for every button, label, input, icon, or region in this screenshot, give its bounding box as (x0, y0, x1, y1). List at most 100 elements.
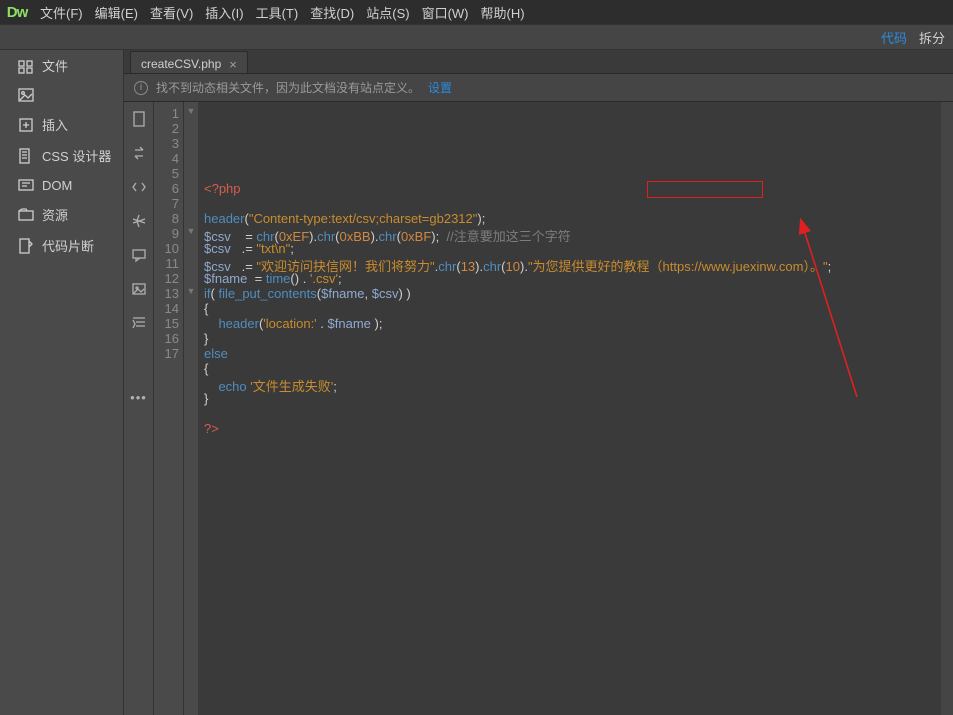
code-line[interactable]: echo '文件生成失败'; (204, 376, 941, 391)
line-number: 13 (154, 286, 179, 301)
dom-icon (18, 177, 34, 193)
fold-marker (184, 301, 198, 316)
star-icon[interactable] (130, 212, 148, 230)
code-line[interactable]: header('location:' . $fname ); (204, 316, 941, 331)
menu-item[interactable]: 站点(S) (360, 1, 415, 24)
panel-item-image[interactable] (8, 81, 123, 109)
code-line[interactable]: header("Content-type:text/csv;charset=gb… (204, 211, 941, 226)
panel-item-label: 插入 (42, 115, 68, 134)
fold-marker (184, 346, 198, 361)
line-number: 9 (154, 226, 179, 241)
code-line[interactable]: if( file_put_contents($fname, $csv) ) (204, 286, 941, 301)
fold-marker (184, 121, 198, 136)
message-text: 找不到动态相关文件，因为此文档没有站点定义。 (156, 79, 420, 96)
line-number: 3 (154, 136, 179, 151)
panel-item-label: 文件 (42, 56, 68, 75)
fold-marker (184, 331, 198, 346)
code-line[interactable]: { (204, 301, 941, 316)
left-stripe (0, 50, 8, 715)
view-button-code[interactable]: 代码 (881, 28, 907, 47)
fold-marker (184, 241, 198, 256)
code-icon[interactable] (130, 178, 148, 196)
panel-item-files[interactable]: 文件 (8, 50, 123, 81)
panel-item-label: 资源 (42, 205, 68, 224)
editor-area: createCSV.php × i 找不到动态相关文件，因为此文档没有站点定义。… (124, 50, 953, 715)
message-bar: i 找不到动态相关文件，因为此文档没有站点定义。 设置 (124, 74, 953, 102)
menu-item[interactable]: 窗口(W) (416, 1, 475, 24)
image-icon (18, 87, 34, 103)
fold-gutter: ▼ ▼ ▼ (184, 102, 198, 715)
info-icon: i (134, 81, 148, 95)
fold-marker (184, 256, 198, 271)
panel-item-snippet[interactable]: 代码片断 (8, 230, 123, 261)
code-toolbar: ••• (124, 102, 154, 715)
message-link-settings[interactable]: 设置 (428, 79, 452, 96)
panel-item-css[interactable]: CSS 设计器 (8, 140, 123, 171)
fold-marker[interactable]: ▼ (184, 226, 198, 241)
file-tab[interactable]: createCSV.php × (130, 51, 248, 73)
doc-icon[interactable] (130, 110, 148, 128)
code-body[interactable]: <?php header("Content-type:text/csv;chars… (198, 102, 941, 715)
fold-marker (184, 316, 198, 331)
fold-marker (184, 181, 198, 196)
line-number: 7 (154, 196, 179, 211)
code-row: ••• 1234567891011121314151617 ▼▼▼ <?phph… (124, 102, 953, 715)
menu-item[interactable]: 编辑(E) (89, 1, 144, 24)
line-number: 12 (154, 271, 179, 286)
view-button-split[interactable]: 拆分 (919, 28, 945, 47)
line-number: 16 (154, 331, 179, 346)
code-line[interactable]: $csv .= "欢迎访问抉信网！我们将努力".chr(13).chr(10).… (204, 256, 941, 271)
menu-item[interactable]: 插入(I) (199, 1, 249, 24)
menu-item[interactable]: 查找(D) (304, 1, 360, 24)
more-icon[interactable]: ••• (130, 388, 148, 406)
view-toolstrip: 代码 拆分 (0, 24, 953, 50)
menu-item[interactable]: 文件(F) (34, 1, 89, 24)
assets-icon (18, 207, 34, 223)
line-number-gutter: 1234567891011121314151617 (154, 102, 184, 715)
line-number: 8 (154, 211, 179, 226)
fold-marker (184, 166, 198, 181)
panel-item-dom[interactable]: DOM (8, 171, 123, 199)
code-line[interactable]: ?> (204, 421, 941, 436)
swap-icon[interactable] (130, 144, 148, 162)
code-line[interactable]: else (204, 346, 941, 361)
left-panel: 文件插入 CSS 设计器 DOM 资源代码片断 (8, 50, 124, 715)
fold-marker (184, 271, 198, 286)
file-tab-label: createCSV.php (141, 57, 221, 71)
menu-item[interactable]: 查看(V) (144, 1, 199, 24)
vertical-scrollbar[interactable] (941, 102, 953, 715)
code-line[interactable]: { (204, 361, 941, 376)
panel-item-label: DOM (42, 178, 72, 193)
line-number: 5 (154, 166, 179, 181)
indent-icon[interactable] (130, 314, 148, 332)
snippet-icon (18, 238, 34, 254)
menu-items: 文件(F)编辑(E)查看(V)插入(I)工具(T)查找(D)站点(S)窗口(W)… (34, 1, 531, 24)
code-line[interactable] (204, 196, 941, 211)
fold-marker[interactable]: ▼ (184, 106, 198, 121)
line-number: 11 (154, 256, 179, 271)
img-icon[interactable] (130, 280, 148, 298)
panel-item-insert[interactable]: 插入 (8, 109, 123, 140)
fold-marker (184, 151, 198, 166)
workspace: 文件插入 CSS 设计器 DOM 资源代码片断 createCSV.php × i 找… (0, 50, 953, 715)
line-number: 17 (154, 346, 179, 361)
menu-item[interactable]: 工具(T) (250, 1, 305, 24)
line-number: 1 (154, 106, 179, 121)
code-line[interactable] (204, 406, 941, 421)
comment-icon[interactable] (130, 246, 148, 264)
code-line[interactable]: $csv = chr(0xEF).chr(0xBB).chr(0xBF); //… (204, 226, 941, 241)
line-number: 15 (154, 316, 179, 331)
code-line[interactable]: } (204, 331, 941, 346)
tab-strip: createCSV.php × (124, 50, 953, 74)
close-icon[interactable]: × (229, 58, 237, 71)
fold-marker[interactable]: ▼ (184, 286, 198, 301)
css-icon (18, 148, 34, 164)
panel-item-label: CSS 设计器 (42, 146, 111, 165)
panel-item-label: 代码片断 (42, 236, 94, 255)
files-icon (18, 58, 34, 74)
fold-marker (184, 136, 198, 151)
menu-item[interactable]: 帮助(H) (475, 1, 531, 24)
line-number: 4 (154, 151, 179, 166)
code-line[interactable]: <?php (204, 181, 941, 196)
panel-item-assets[interactable]: 资源 (8, 199, 123, 230)
